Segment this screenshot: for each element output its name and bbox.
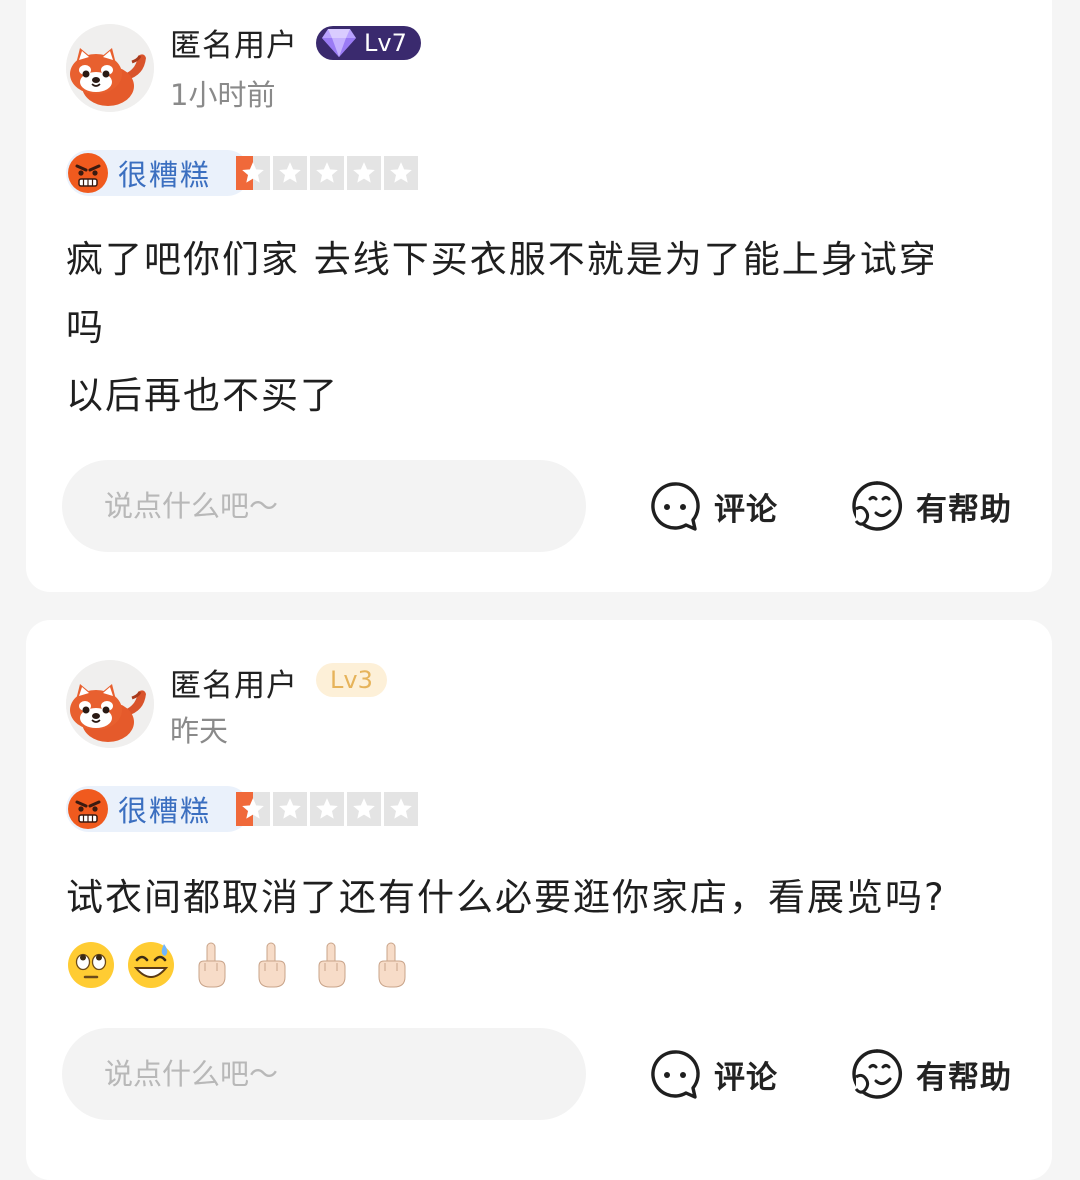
username[interactable]: 匿名用户 <box>170 660 298 705</box>
star-empty-icon <box>273 792 307 826</box>
middle-finger-emoji-icon <box>246 940 296 990</box>
star-half-icon <box>236 156 270 190</box>
smile-face-icon <box>850 479 904 533</box>
middle-finger-emoji-icon <box>366 940 416 990</box>
sweat-smile-emoji-icon <box>126 940 176 990</box>
helpful-label: 有帮助 <box>916 1059 1012 1096</box>
star-empty-icon <box>384 792 418 826</box>
username[interactable]: 匿名用户 <box>170 20 298 65</box>
level-label: Lv3 <box>330 666 373 694</box>
smile-face-icon <box>850 1047 904 1101</box>
comment-bubble-icon <box>648 479 702 533</box>
middle-finger-emoji-icon <box>306 940 356 990</box>
helpful-button[interactable]: 有帮助 <box>850 479 1012 533</box>
star-empty-icon <box>310 156 344 190</box>
star-empty-icon <box>273 156 307 190</box>
review-card: 匿名用户 Lv7 1小时前 很糟糕 疯了吧你们家 去线下买衣服不就是为了能上身试… <box>26 0 1052 592</box>
star-empty-icon <box>347 792 381 826</box>
rating-pill: 很糟糕 <box>66 150 250 196</box>
angry-face-icon <box>66 787 110 831</box>
reply-input[interactable] <box>62 1028 586 1120</box>
rating-label: 很糟糕 <box>118 158 212 192</box>
level-badge: Lv7 <box>316 26 421 60</box>
helpful-label: 有帮助 <box>916 491 1012 528</box>
rating-label: 很糟糕 <box>118 794 212 828</box>
avatar[interactable] <box>66 24 154 112</box>
review-text: 疯了吧你们家 去线下买衣服不就是为了能上身试穿 吗 以后再也不买了 <box>66 238 938 417</box>
star-empty-icon <box>384 156 418 190</box>
timestamp: 1小时前 <box>170 78 276 112</box>
middle-finger-emoji-icon <box>186 940 236 990</box>
rolling-eyes-emoji-icon <box>66 940 116 990</box>
comment-button[interactable]: 评论 <box>648 1047 778 1101</box>
angry-face-icon <box>66 151 110 195</box>
star-empty-icon <box>310 792 344 826</box>
reply-input[interactable] <box>62 460 586 552</box>
star-rating <box>236 792 418 826</box>
review-card: 匿名用户 Lv3 昨天 很糟糕 试衣间都取消了还有什么必要逛你家店，看展览吗? … <box>26 620 1052 1180</box>
level-label: Lv7 <box>364 29 407 57</box>
red-panda-avatar-icon <box>66 24 154 112</box>
comment-label: 评论 <box>714 491 778 528</box>
star-half-icon <box>236 792 270 826</box>
star-empty-icon <box>347 156 381 190</box>
comment-label: 评论 <box>714 1059 778 1096</box>
comment-bubble-icon <box>648 1047 702 1101</box>
comment-button[interactable]: 评论 <box>648 479 778 533</box>
rating-pill: 很糟糕 <box>66 786 250 832</box>
emoji-row <box>66 940 416 990</box>
red-panda-avatar-icon <box>66 660 154 748</box>
diamond-icon <box>320 25 358 59</box>
helpful-button[interactable]: 有帮助 <box>850 1047 1012 1101</box>
avatar[interactable] <box>66 660 154 748</box>
star-rating <box>236 156 418 190</box>
level-badge: Lv3 <box>316 663 387 697</box>
review-text: 试衣间都取消了还有什么必要逛你家店，看展览吗? <box>66 876 946 919</box>
timestamp: 昨天 <box>170 714 229 748</box>
